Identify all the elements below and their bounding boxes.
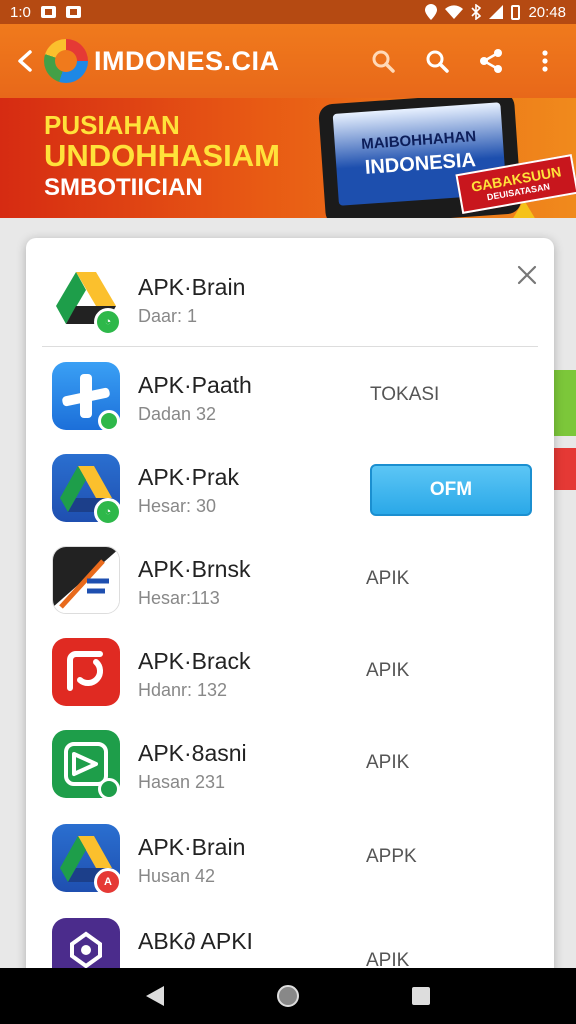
app-subtitle: Hdanr: 132 [138,680,228,700]
app-title: IMDONES.CIA [94,45,280,76]
banner-line-1: PUSIAHAN [44,110,180,140]
red-app-icon [52,638,120,706]
app-subtitle: Dadan 32 [138,404,217,424]
bluetooth-icon [471,4,482,20]
nav-recents-icon[interactable] [411,987,430,1005]
list-item[interactable]: APK·Brnsk Hesar:113 APIK [26,534,554,624]
banner-line-3: SMBOTIICIAN [44,174,203,201]
list-item[interactable]: A APK·Brain Husan 42 APPK [26,812,554,902]
app-action-label[interactable]: APIK [366,660,409,682]
list-item[interactable]: APK·Paath Dadan 32 TOKASI [26,350,554,440]
app-name: ABK∂ APKI [138,928,253,954]
header-app-subtitle: Daar: 1 [138,306,198,326]
app-subtitle: Hasan 231 [138,772,226,792]
signal-icon [489,5,504,19]
list-item[interactable]: ◔ APK·Prak Hesar: 30 OFM [26,442,554,532]
battery-icon [511,4,521,20]
app-name: APK·Paath [138,372,252,398]
app-action-label[interactable]: APPK [366,846,417,868]
ark-app-icon [52,546,120,614]
nav-home-icon[interactable] [276,985,299,1007]
app-bar: IMDONES.CIA [0,24,576,98]
whatsapp-badge-icon [98,410,120,432]
app-name: APK·Brnsk [138,556,251,582]
status-time-right: 20:48 [528,3,566,21]
banner-line-2: UNDOHHASIAM [44,138,280,173]
list-item[interactable]: APK·Brack Hdanr: 132 APIK [26,626,554,716]
status-bar: 1:0 20:48 [0,0,576,24]
location-icon [425,4,438,20]
red-badge-icon: A [94,868,122,896]
dialog-header-app[interactable]: ◔ APK·Brain Daar: 1 [26,252,554,342]
app-subtitle: Hesar: 30 [138,496,217,516]
app-logo [44,39,88,83]
image-notification-icon [65,6,81,18]
whatsapp-badge-icon: ◔ [94,498,122,526]
app-action-label[interactable]: APIK [366,568,409,590]
app-name: APK·Prak [138,464,239,490]
share-icon[interactable] [478,48,504,74]
open-button[interactable]: OFM [370,464,532,516]
app-name: APK·Brack [138,648,251,674]
app-name: APK·Brain [138,834,246,860]
close-icon[interactable] [516,264,538,286]
search-filter-icon[interactable] [370,48,396,74]
header-app-name: APK·Brain [138,274,246,300]
back-arrow-icon[interactable] [14,47,42,75]
app-action-label[interactable]: APIK [366,752,409,774]
app-list-dialog: ◔ APK·Brain Daar: 1 APK·Paath Dadan 32 T… [26,238,554,978]
status-time-left: 1:0 [10,3,31,21]
whatsapp-badge-icon: ◔ [94,308,122,336]
navigation-bar [0,968,576,1024]
search-icon[interactable] [424,48,450,74]
app-name: APK·8asni [138,740,247,766]
notification-icon [40,6,56,18]
dialog-divider [42,346,538,347]
wifi-icon [445,5,464,19]
nav-back-icon[interactable] [146,986,165,1006]
side-edge-green [554,370,576,436]
app-subtitle: Husan 42 [138,866,216,886]
list-item[interactable]: APK·8asni Hasan 231 APIK [26,718,554,808]
app-action-label[interactable]: TOKASI [370,384,439,406]
whatsapp-badge-icon [98,778,120,800]
app-subtitle: Hesar:113 [138,588,220,608]
more-options-icon[interactable] [532,48,558,74]
side-edge-red [554,448,576,490]
